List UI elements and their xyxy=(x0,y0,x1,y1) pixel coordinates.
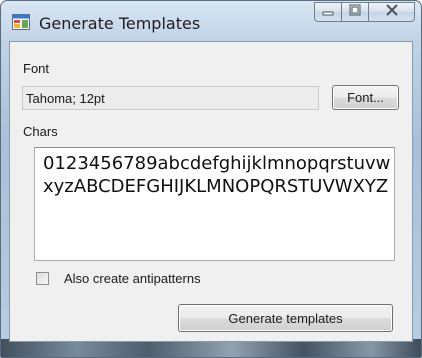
antipatterns-label[interactable]: Also create antipatterns xyxy=(64,271,201,286)
antipatterns-checkbox[interactable] xyxy=(36,272,49,285)
font-label: Font xyxy=(23,61,50,76)
close-button[interactable] xyxy=(369,2,415,22)
minimize-icon xyxy=(322,3,334,21)
generate-templates-button[interactable]: Generate templates xyxy=(178,304,393,332)
font-value-field: Tahoma; 12pt xyxy=(22,86,319,110)
chars-textbox[interactable]: 0123456789abcdefghijklmnopqrstuvwxyzABCD… xyxy=(34,147,395,261)
title-bar[interactable]: Generate Templates xyxy=(1,1,421,41)
close-icon xyxy=(385,3,399,21)
maximize-icon xyxy=(349,3,361,21)
font-button[interactable]: Font... xyxy=(332,85,399,110)
generate-templates-window: Generate Templates Font Tahoma; 12pt Fon… xyxy=(0,0,422,358)
chars-label: Chars xyxy=(23,124,58,139)
window-title: Generate Templates xyxy=(39,14,201,33)
app-icon xyxy=(12,14,30,30)
maximize-button[interactable] xyxy=(342,2,369,22)
caption-buttons xyxy=(314,2,415,22)
minimize-button[interactable] xyxy=(314,2,342,22)
